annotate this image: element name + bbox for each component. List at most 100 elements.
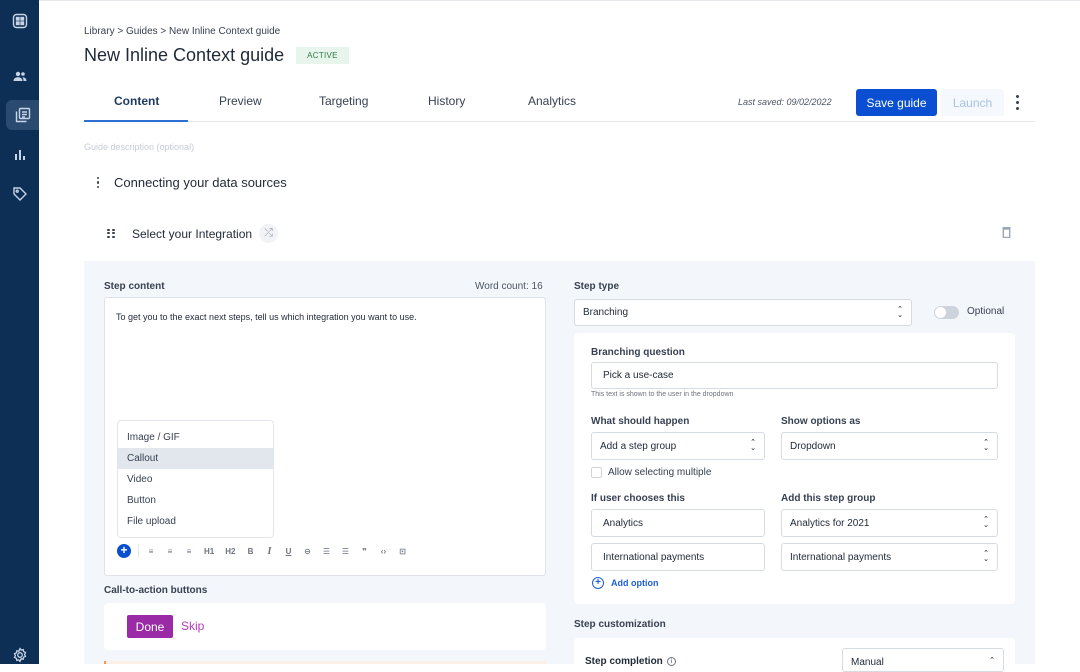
word-count: Word count: 16 xyxy=(475,281,543,292)
select-chevron-icon: ⌃ ⌄ xyxy=(983,439,989,452)
analytics-icon[interactable] xyxy=(0,140,39,170)
step-name[interactable]: Select your Integration xyxy=(132,227,252,241)
tab-targeting[interactable]: Targeting xyxy=(319,94,368,108)
chevron-up-icon: ⌃ xyxy=(989,657,995,664)
users-icon[interactable] xyxy=(0,61,39,91)
tab-history[interactable]: History xyxy=(428,94,465,108)
step-content-editor[interactable]: To get you to the exact next steps, tell… xyxy=(104,297,546,576)
align-right-icon[interactable]: ≡ xyxy=(185,547,193,556)
info-icon[interactable]: i xyxy=(666,656,676,666)
format-toolbar: + ≡ ≡ ≡ H1 H2 B I U ⊖ ☰ ☰ ❞ ‹› ⊡ xyxy=(117,544,417,558)
drag-handle-icon[interactable] xyxy=(107,228,115,239)
apps-grid-icon[interactable] xyxy=(0,6,39,36)
step-type-label: Step type xyxy=(574,281,620,292)
what-should-happen-select[interactable]: Add a step group ⌃ ⌄ xyxy=(591,432,765,460)
select-chevron-icon: ⌃ ⌄ xyxy=(983,516,989,529)
status-badge: ACTIVE xyxy=(296,47,349,64)
link-icon[interactable]: ⊖ xyxy=(303,547,311,556)
section-title[interactable]: Connecting your data sources xyxy=(114,175,287,190)
insert-image-gif[interactable]: Image / GIF xyxy=(118,427,273,448)
toolbar-divider xyxy=(138,544,139,558)
done-button[interactable]: Done xyxy=(127,615,173,638)
bulleted-list-icon[interactable]: ☰ xyxy=(322,547,330,556)
trash-icon[interactable] xyxy=(1002,227,1011,238)
heading2-icon[interactable]: H2 xyxy=(225,547,235,556)
optional-toggle[interactable] xyxy=(934,306,959,319)
launch-button[interactable]: Launch xyxy=(941,89,1004,116)
step-type-value: Branching xyxy=(583,307,629,318)
tab-preview[interactable]: Preview xyxy=(219,94,262,108)
show-options-as-label: Show options as xyxy=(781,416,861,427)
section-header: Connecting your data sources xyxy=(94,175,287,190)
option-group-select[interactable]: Analytics for 2021 ⌃ ⌄ xyxy=(781,509,998,537)
step-completion-value: Manual xyxy=(851,657,884,668)
insert-block-menu: Image / GIF Callout Video Button File up… xyxy=(117,420,274,538)
step-content-label: Step content xyxy=(104,281,165,292)
skip-button[interactable]: Skip xyxy=(181,619,204,633)
show-options-as-select[interactable]: Dropdown ⌃ ⌄ xyxy=(781,432,998,460)
select-chevron-icon: ⌃ ⌄ xyxy=(983,550,989,563)
save-guide-button[interactable]: Save guide xyxy=(856,89,937,116)
step-type-select[interactable]: Branching ⌃ ⌄ xyxy=(574,299,912,326)
active-tab-indicator xyxy=(84,120,188,122)
code-icon[interactable]: ‹› xyxy=(379,547,387,556)
branch-shuffle-icon[interactable]: ⤮ xyxy=(259,224,279,243)
allow-multiple-checkbox[interactable] xyxy=(591,467,602,478)
align-center-icon[interactable]: ≡ xyxy=(166,547,174,556)
section-menu-icon[interactable] xyxy=(94,176,102,190)
editor-body-text[interactable]: To get you to the exact next steps, tell… xyxy=(116,312,417,322)
guides-icon[interactable] xyxy=(6,100,39,130)
italic-icon[interactable]: I xyxy=(265,546,273,557)
step-customization-label: Step customization xyxy=(574,619,666,630)
choice-column-label: If user chooses this xyxy=(591,493,685,504)
branching-question-input[interactable]: Pick a use-case xyxy=(591,362,998,389)
step-completion-select[interactable]: Manual ⌃ xyxy=(842,648,1004,672)
branching-question-value: Pick a use-case xyxy=(603,370,674,381)
allow-multiple-label: Allow selecting multiple xyxy=(608,467,712,478)
page-title: New Inline Context guide xyxy=(84,45,285,65)
step-completion-text: Step completion xyxy=(585,656,663,667)
select-chevron-icon: ⌃ ⌄ xyxy=(750,439,756,452)
breadcrumb[interactable]: Library > Guides > New Inline Context gu… xyxy=(84,26,280,37)
settings-gear-icon[interactable] xyxy=(0,640,39,670)
tab-analytics[interactable]: Analytics xyxy=(528,94,576,108)
underline-icon[interactable]: U xyxy=(284,547,292,556)
branching-question-hint: This text is shown to the user in the dr… xyxy=(591,391,734,398)
insert-button[interactable]: Button xyxy=(118,490,273,511)
top-divider xyxy=(39,0,1080,1)
insert-file-upload[interactable]: File upload xyxy=(118,511,273,532)
add-option-label: Add option xyxy=(611,578,659,588)
last-saved-text: Last saved: 09/02/2022 xyxy=(738,97,832,107)
more-options-icon[interactable] xyxy=(1012,93,1022,111)
select-chevron-icon: ⌃ ⌄ xyxy=(897,305,903,319)
tab-bar: Content Preview Targeting History Analyt… xyxy=(84,84,1035,122)
sidebar-nav xyxy=(0,0,39,664)
option-group-value: Analytics for 2021 xyxy=(790,517,870,529)
tab-content[interactable]: Content xyxy=(114,94,159,108)
numbered-list-icon[interactable]: ☰ xyxy=(341,547,349,556)
title-row: New Inline Context guide ACTIVE xyxy=(84,45,349,66)
step-header: Select your Integration ⤮ xyxy=(107,224,279,243)
what-should-happen-value: Add a step group xyxy=(600,440,677,452)
show-options-as-value: Dropdown xyxy=(790,440,836,452)
bold-icon[interactable]: B xyxy=(246,547,254,556)
option-choice-value: International payments xyxy=(603,551,705,563)
embed-icon[interactable]: ⊡ xyxy=(398,547,406,556)
optional-label: Optional xyxy=(967,306,1005,317)
tag-icon[interactable] xyxy=(0,179,39,209)
what-should-happen-label: What should happen xyxy=(591,416,690,427)
option-choice-input[interactable]: Analytics xyxy=(591,509,765,537)
insert-callout[interactable]: Callout xyxy=(118,448,273,469)
guide-description-input[interactable]: Guide description (optional) xyxy=(84,142,194,152)
branching-question-label: Branching question xyxy=(591,347,685,358)
option-group-select[interactable]: International payments ⌃ ⌄ xyxy=(781,543,998,571)
option-choice-input[interactable]: International payments xyxy=(591,543,765,571)
add-circle-icon: + xyxy=(592,577,604,589)
insert-plus-icon[interactable]: + xyxy=(117,544,131,558)
cta-label: Call-to-action buttons xyxy=(104,585,208,596)
add-option-button[interactable]: + Add option xyxy=(592,577,658,589)
insert-video[interactable]: Video xyxy=(118,469,273,490)
quote-icon[interactable]: ❞ xyxy=(360,547,368,556)
align-left-icon[interactable]: ≡ xyxy=(147,547,155,556)
heading1-icon[interactable]: H1 xyxy=(204,547,214,556)
